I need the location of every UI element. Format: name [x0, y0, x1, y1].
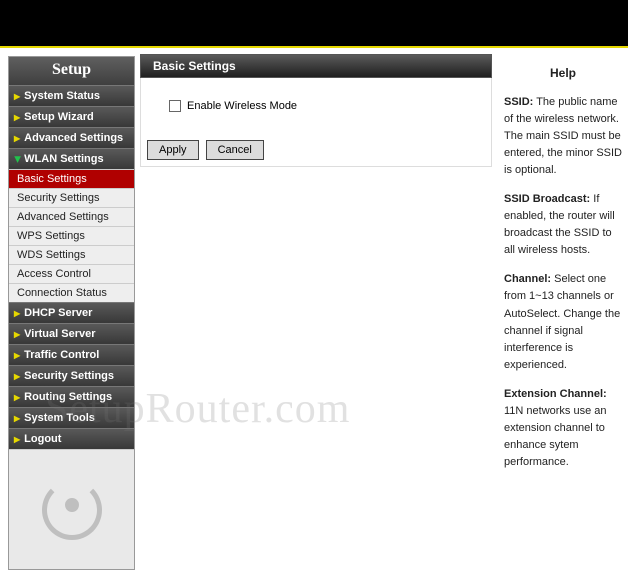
help-ssid-broadcast: SSID Broadcast: If enabled, the router w… [504, 191, 622, 259]
sub-label: Advanced Settings [17, 211, 109, 223]
arrow-icon: ▶ [14, 92, 20, 101]
sub-label: Connection Status [17, 287, 107, 299]
button-row: Apply Cancel [141, 134, 491, 166]
help-panel: Help SSID: The public name of the wirele… [492, 48, 628, 483]
arrow-icon: ▶ [14, 435, 20, 444]
arrow-icon: ▶ [14, 156, 23, 162]
nav-label: Security Settings [24, 370, 114, 382]
nav-traffic-control[interactable]: ▶ Traffic Control [9, 344, 134, 365]
nav-label: DHCP Server [24, 307, 92, 319]
nav-label: WLAN Settings [24, 153, 103, 165]
sub-connection-status[interactable]: Connection Status [9, 283, 134, 302]
nav-advanced-settings[interactable]: ▶ Advanced Settings [9, 127, 134, 148]
sub-label: Basic Settings [17, 173, 87, 185]
sidebar-title: Setup [9, 57, 134, 85]
panel-title: Basic Settings [140, 54, 492, 78]
sub-wds-settings[interactable]: WDS Settings [9, 245, 134, 264]
nav-system-tools[interactable]: ▶ System Tools [9, 407, 134, 428]
enable-wireless-row: Enable Wireless Mode [141, 78, 491, 134]
arrow-icon: ▶ [14, 330, 20, 339]
arrow-icon: ▶ [14, 414, 20, 423]
page-body: Setup ▶ System Status ▶ Setup Wizard ▶ A… [0, 48, 628, 570]
nav-routing-settings[interactable]: ▶ Routing Settings [9, 386, 134, 407]
help-extension-channel: Extension Channel: 11N networks use an e… [504, 386, 622, 471]
nav-logout[interactable]: ▶ Logout [9, 428, 134, 449]
nav-label: Logout [24, 433, 61, 445]
sub-label: Security Settings [17, 192, 100, 204]
nav-label: Routing Settings [24, 391, 112, 403]
sub-wps-settings[interactable]: WPS Settings [9, 226, 134, 245]
arrow-icon: ▶ [14, 372, 20, 381]
sidebar: Setup ▶ System Status ▶ Setup Wizard ▶ A… [8, 56, 135, 570]
sidebar-logo-area [9, 449, 134, 569]
arrow-icon: ▶ [14, 309, 20, 318]
sub-label: Access Control [17, 268, 91, 280]
sub-access-control[interactable]: Access Control [9, 264, 134, 283]
arrow-icon: ▶ [14, 134, 20, 143]
sidebar-box: Setup ▶ System Status ▶ Setup Wizard ▶ A… [8, 56, 135, 570]
sub-basic-settings[interactable]: Basic Settings [9, 169, 134, 188]
nav-security-settings[interactable]: ▶ Security Settings [9, 365, 134, 386]
enable-wireless-checkbox[interactable] [169, 100, 181, 112]
arrow-icon: ▶ [14, 393, 20, 402]
sub-label: WDS Settings [17, 249, 85, 261]
cancel-button[interactable]: Cancel [206, 140, 264, 160]
nav-label: System Status [24, 90, 100, 102]
nav-label: System Tools [24, 412, 95, 424]
nav-label: Traffic Control [24, 349, 99, 361]
sub-security-settings[interactable]: Security Settings [9, 188, 134, 207]
arrow-icon: ▶ [14, 113, 20, 122]
apply-button[interactable]: Apply [147, 140, 199, 160]
sub-advanced-settings[interactable]: Advanced Settings [9, 207, 134, 226]
nav-system-status[interactable]: ▶ System Status [9, 85, 134, 106]
top-black-bar [0, 0, 628, 48]
nav-virtual-server[interactable]: ▶ Virtual Server [9, 323, 134, 344]
enable-wireless-label: Enable Wireless Mode [187, 100, 297, 112]
help-title: Help [504, 66, 622, 80]
nav-setup-wizard[interactable]: ▶ Setup Wizard [9, 106, 134, 127]
nav-label: Setup Wizard [24, 111, 94, 123]
nav-dhcp-server[interactable]: ▶ DHCP Server [9, 302, 134, 323]
main-panel: Basic Settings Enable Wireless Mode Appl… [140, 54, 492, 167]
nav-wlan-settings[interactable]: ▶ WLAN Settings [9, 148, 134, 169]
nav-label: Virtual Server [24, 328, 95, 340]
brand-eye-icon [42, 480, 102, 540]
panel-body: Enable Wireless Mode Apply Cancel [140, 78, 492, 167]
help-ssid: SSID: The public name of the wireless ne… [504, 94, 622, 179]
help-channel: Channel: Select one from 1~13 channels o… [504, 271, 622, 373]
arrow-icon: ▶ [14, 351, 20, 360]
nav-label: Advanced Settings [24, 132, 123, 144]
sub-label: WPS Settings [17, 230, 85, 242]
